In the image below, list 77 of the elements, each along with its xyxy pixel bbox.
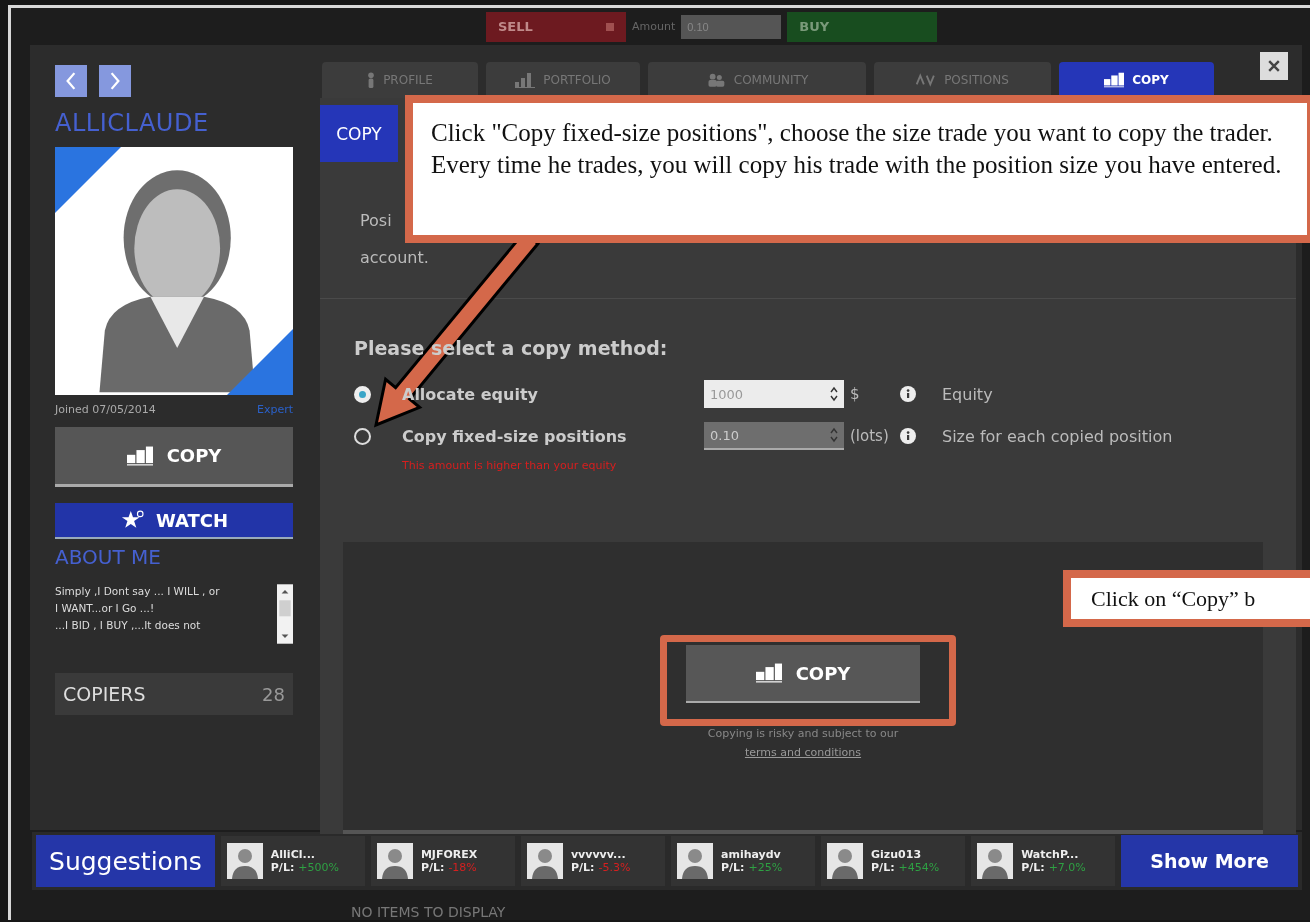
copy-button[interactable]: COPY	[686, 645, 920, 703]
suggestion-card[interactable]: vvvvvv... P/L: -5.3%	[520, 836, 665, 886]
pl-label: P/L:	[270, 861, 295, 874]
show-more-button[interactable]: Show More	[1121, 835, 1298, 887]
amount-label: Amount	[632, 20, 676, 33]
pl-value: +7.0%	[1048, 861, 1086, 874]
error-message: This amount is higher than your equity	[402, 459, 618, 472]
pl-label: P/L:	[1021, 861, 1045, 874]
chevron-right-icon	[109, 72, 121, 90]
trader-name: vvvvvv...	[570, 848, 627, 861]
chevron-left-icon	[65, 72, 77, 90]
empty-message: NO ITEMS TO DISPLAY	[351, 904, 507, 920]
close-button[interactable]	[1260, 52, 1288, 80]
sell-button[interactable]: SELL	[486, 11, 626, 42]
joined-date: Joined 07/05/2014	[55, 403, 156, 418]
subtab[interactable]: COPY	[320, 105, 398, 162]
pl-value: +454%	[898, 861, 940, 874]
option-label: Copy fixed-size positions	[401, 426, 628, 446]
trader-rank: Expert	[256, 403, 293, 418]
info-icon	[900, 428, 916, 444]
unit-label: (lots)	[849, 427, 890, 445]
callout: Click on “Copy” b	[1063, 570, 1310, 627]
scrollbar	[277, 583, 293, 645]
suggestion-card[interactable]: WatchP... P/L: +7.0%	[971, 836, 1116, 886]
avatar-icon	[977, 843, 1014, 879]
pl-value: +25%	[748, 861, 783, 874]
zigzag-icon	[916, 72, 937, 88]
copiers-count: 28	[262, 683, 285, 705]
suggestions-button[interactable]: Suggestions	[36, 835, 215, 887]
star-icon	[119, 510, 146, 530]
pl-label: P/L:	[871, 861, 895, 874]
unit-label: $	[849, 385, 861, 403]
boxes-icon	[126, 445, 153, 466]
about-text: Simply ,I Dont say ... I WILL , or I WANT...or I Go ...! ...I BID , I BUY ,...It does not	[55, 584, 220, 633]
boxes-icon	[755, 663, 782, 683]
trader-name: ALLICLAUDE	[55, 109, 210, 139]
pl-label: P/L:	[420, 861, 445, 874]
suggestion-card[interactable]: amihaydv P/L: +25%	[671, 836, 816, 886]
trader-name: AlliCl...	[270, 848, 317, 861]
copiers-label: COPIERS	[63, 683, 146, 705]
disclaimer-text: Copying is risky and subject to our	[707, 727, 899, 740]
section-title: ABOUT ME	[55, 545, 162, 571]
description-text: Posi	[360, 210, 393, 232]
callout: Click "Copy fixed-size positions", choose the size trade you want to copy the trader. Every time he trades, you will copy his trade with the position size you have entered.	[405, 95, 1310, 243]
trader-name: amihaydv	[721, 848, 782, 861]
spinner-icon	[830, 386, 838, 402]
suggestion-card[interactable]: Gizu013 P/L: +454%	[821, 836, 966, 886]
watch-button[interactable]: WATCH	[55, 503, 293, 539]
bar-chart-icon	[515, 72, 536, 88]
avatar-icon	[526, 843, 563, 879]
avatar-icon	[226, 843, 263, 879]
trader-name: Gizu013	[871, 848, 923, 861]
pl-value: +500%	[298, 861, 339, 874]
trader-name: MJFOREX	[420, 848, 478, 861]
previous-button[interactable]	[55, 65, 87, 97]
pl-label: P/L:	[721, 861, 745, 874]
suggestion-card[interactable]: MJFOREX P/L: -18%	[370, 836, 515, 886]
spinner-icon	[830, 427, 838, 443]
terms-link[interactable]: terms and conditions	[744, 746, 862, 759]
avatar-icon	[677, 843, 713, 879]
avatar-icon	[827, 843, 864, 879]
description-text: account.	[360, 247, 430, 269]
radio-button[interactable]	[354, 385, 371, 403]
next-button[interactable]	[99, 65, 131, 97]
hint-text: Size for each copied position	[941, 426, 1173, 446]
info-icon	[900, 386, 916, 402]
trader-name: WatchP...	[1021, 848, 1080, 861]
pl-value: -18%	[448, 861, 477, 874]
hint-text: Equity	[941, 384, 993, 404]
pl-value: -5.3%	[598, 861, 631, 874]
avatar-icon	[376, 843, 413, 879]
pl-label: P/L:	[570, 861, 595, 874]
boxes-icon	[1104, 72, 1125, 88]
suggestion-card[interactable]: AlliCl... P/L: +500%	[220, 836, 365, 886]
close-icon	[1268, 60, 1280, 72]
copy-button[interactable]: COPY	[55, 427, 293, 487]
tab[interactable]: COPY	[1059, 62, 1214, 98]
